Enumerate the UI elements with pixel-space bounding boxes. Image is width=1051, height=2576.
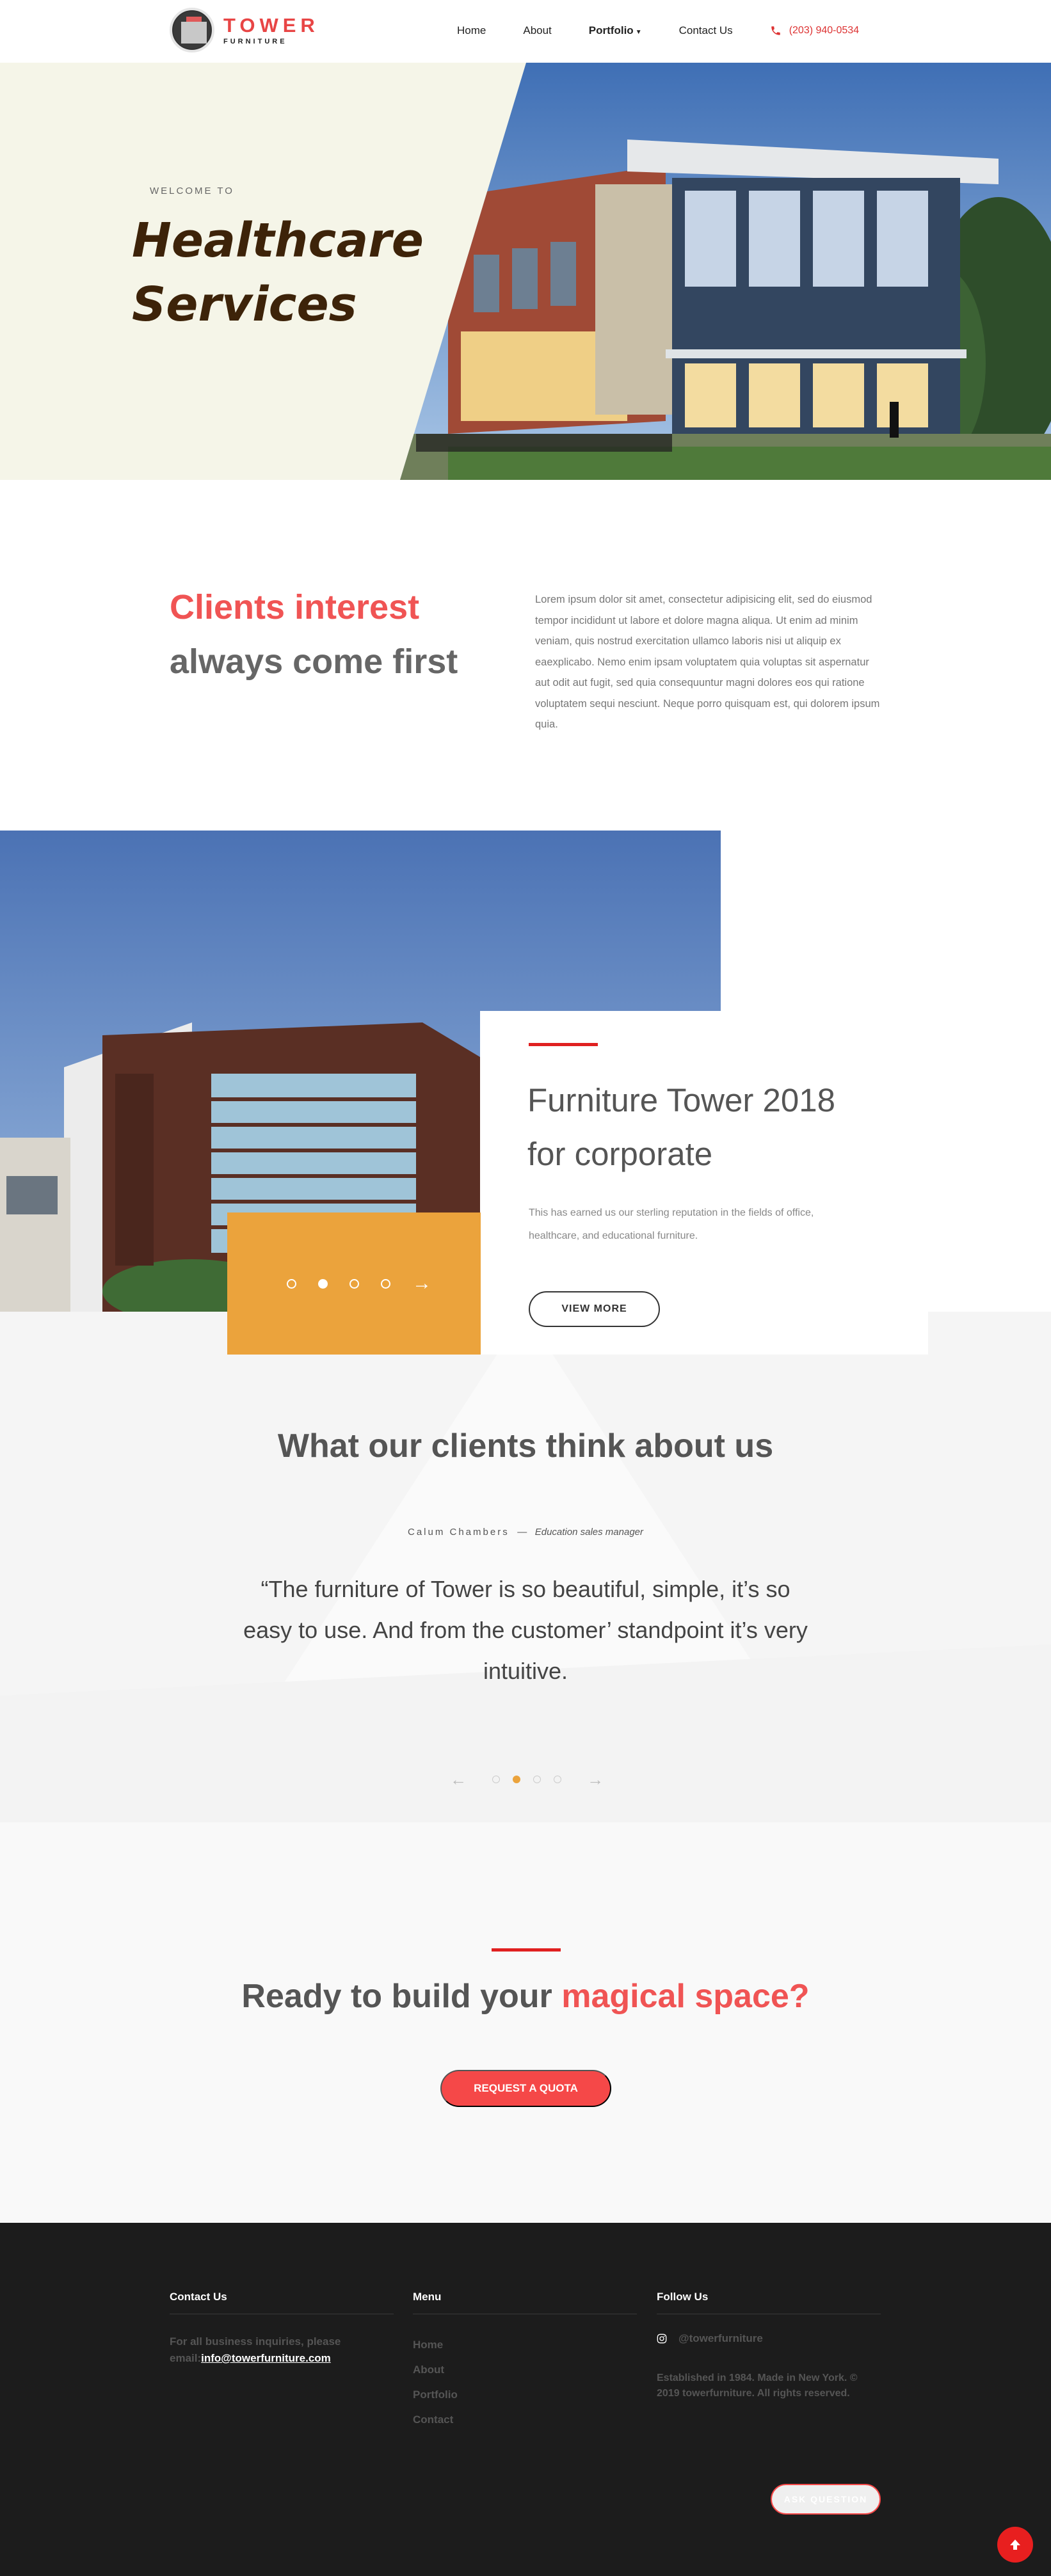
testimonial-section <box>0 1312 1051 1822</box>
clients-heading-rest: always come first <box>170 642 458 681</box>
nav-item-portfolio[interactable]: Portfolio ▼ <box>589 24 642 37</box>
footer-contact-heading: Contact Us <box>170 2291 394 2314</box>
testimonial-background-shape <box>0 1312 1051 1822</box>
cta-title: Ready to build your magical space? <box>0 1977 1051 2015</box>
testimonial-author-role: Education sales manager <box>534 1527 644 1538</box>
footer-menu-column: Menu Home About Portfolio Contact <box>413 2291 637 2432</box>
slider-dot-active[interactable] <box>318 1278 328 1289</box>
chevron-down-icon: ▼ <box>635 29 642 36</box>
phone-link[interactable]: (203) 940-0534 <box>770 25 859 36</box>
footer-contact-text: For all business inquiries, please email… <box>170 2334 394 2367</box>
ask-question-button[interactable]: ASK QUESTION <box>771 2484 881 2515</box>
arrow-up-icon <box>1010 2540 1020 2550</box>
logo-tagline: FURNITURE <box>223 37 287 45</box>
footer-menu-heading: Menu <box>413 2291 637 2314</box>
arrow-right-icon[interactable]: → <box>412 1274 431 1293</box>
feature-text-line2: healthcare, and educational furniture. <box>529 1230 698 1241</box>
nav-item-contact[interactable]: Contact Us <box>679 24 733 37</box>
hero-section: WELCOME TO Healthcare Services <box>0 63 1051 480</box>
hero-title-line2: Services <box>132 277 357 332</box>
feature-accent-line <box>529 1043 598 1046</box>
feature-title: Furniture Tower 2018 for corporate <box>527 1074 835 1181</box>
cta-title-highlight: magical space? <box>561 1978 810 2015</box>
request-quota-button[interactable]: REQUEST A QUOTA <box>440 2070 611 2107</box>
feature-slider-dots: → <box>287 1274 431 1293</box>
phone-icon <box>771 26 780 35</box>
footer-contact-column: Contact Us For all business inquiries, p… <box>170 2291 394 2367</box>
footer-menu-item-portfolio[interactable]: Portfolio <box>413 2382 637 2407</box>
slider-dot[interactable] <box>381 1278 390 1289</box>
logo-title: TOWER <box>223 13 319 36</box>
cta-title-start: Ready to build your <box>241 1978 552 2015</box>
feature-text-line1: This has earned us our sterling reputati… <box>529 1207 814 1218</box>
nav-item-home[interactable]: Home <box>457 24 486 37</box>
footer-follow-column: Follow Us @towerfurniture Established in… <box>657 2291 881 2401</box>
instagram-link[interactable]: @towerfurniture <box>657 2332 881 2345</box>
clients-heading-accent: Clients interest <box>170 588 420 626</box>
cta-accent-line <box>492 1948 561 1952</box>
phone-number: (203) 940-0534 <box>789 25 860 36</box>
testimonial-author-name: Calum Chambers <box>407 1527 509 1538</box>
testimonial-dot-active[interactable] <box>513 1776 520 1783</box>
testimonial-dot[interactable] <box>533 1776 541 1783</box>
testimonial-dot[interactable] <box>554 1776 561 1783</box>
testimonial-dot[interactable] <box>492 1776 500 1783</box>
testimonial-separator: — <box>517 1527 527 1538</box>
nav-item-about[interactable]: About <box>523 24 551 37</box>
instagram-handle: @towerfurniture <box>678 2332 763 2344</box>
logo-badge-icon <box>170 8 214 52</box>
hero-welcome-text: WELCOME TO <box>150 186 234 196</box>
feature-title-line2: for corporate <box>527 1136 713 1172</box>
feature-text: This has earned us our sterling reputati… <box>529 1202 887 1248</box>
cta-section <box>0 1822 1051 2223</box>
footer-menu-item-home[interactable]: Home <box>413 2332 637 2357</box>
view-more-button[interactable]: VIEW MORE <box>529 1291 660 1327</box>
hero-title-line1: Healthcare <box>132 213 424 268</box>
clients-paragraph: Lorem ipsum dolor sit amet, consectetur … <box>535 594 880 730</box>
slider-dot[interactable] <box>349 1278 359 1289</box>
hero-title: Healthcare Services <box>132 209 424 337</box>
footer-menu-list: Home About Portfolio Contact <box>413 2332 637 2432</box>
footer-menu-item-contact[interactable]: Contact <box>413 2407 637 2432</box>
arrow-right-icon[interactable]: → <box>587 1771 604 1788</box>
testimonial-quote: “The furniture of Tower is so beautiful,… <box>243 1576 808 1684</box>
footer-menu-item-about[interactable]: About <box>413 2357 637 2382</box>
top-navbar: TOWER FURNITURE Home About Portfolio ▼ Co… <box>0 0 1051 63</box>
testimonial-author: Calum Chambers — Education sales manager <box>0 1527 1051 1538</box>
footer-follow-heading: Follow Us <box>657 2291 881 2314</box>
logo[interactable]: TOWER FURNITURE <box>170 8 319 52</box>
nav-item-portfolio-label: Portfolio <box>588 24 634 36</box>
feature-title-line1: Furniture Tower 2018 <box>527 1082 835 1118</box>
arrow-left-icon[interactable]: ← <box>450 1771 467 1788</box>
instagram-icon <box>657 2334 667 2344</box>
logo-text: TOWER FURNITURE <box>223 15 319 45</box>
slider-dot[interactable] <box>287 1278 296 1289</box>
main-menu: Home About Portfolio ▼ Contact Us (203) 9… <box>457 24 859 37</box>
testimonial-slider-nav: ← → <box>450 1771 604 1788</box>
footer-email-link[interactable]: info@towerfurniture.com <box>201 2352 331 2364</box>
footer-established-text: Established in 1984. Made in New York. ©… <box>657 2373 858 2399</box>
testimonial-title: What our clients think about us <box>277 1427 774 1465</box>
scroll-to-top-button[interactable] <box>997 2527 1033 2563</box>
